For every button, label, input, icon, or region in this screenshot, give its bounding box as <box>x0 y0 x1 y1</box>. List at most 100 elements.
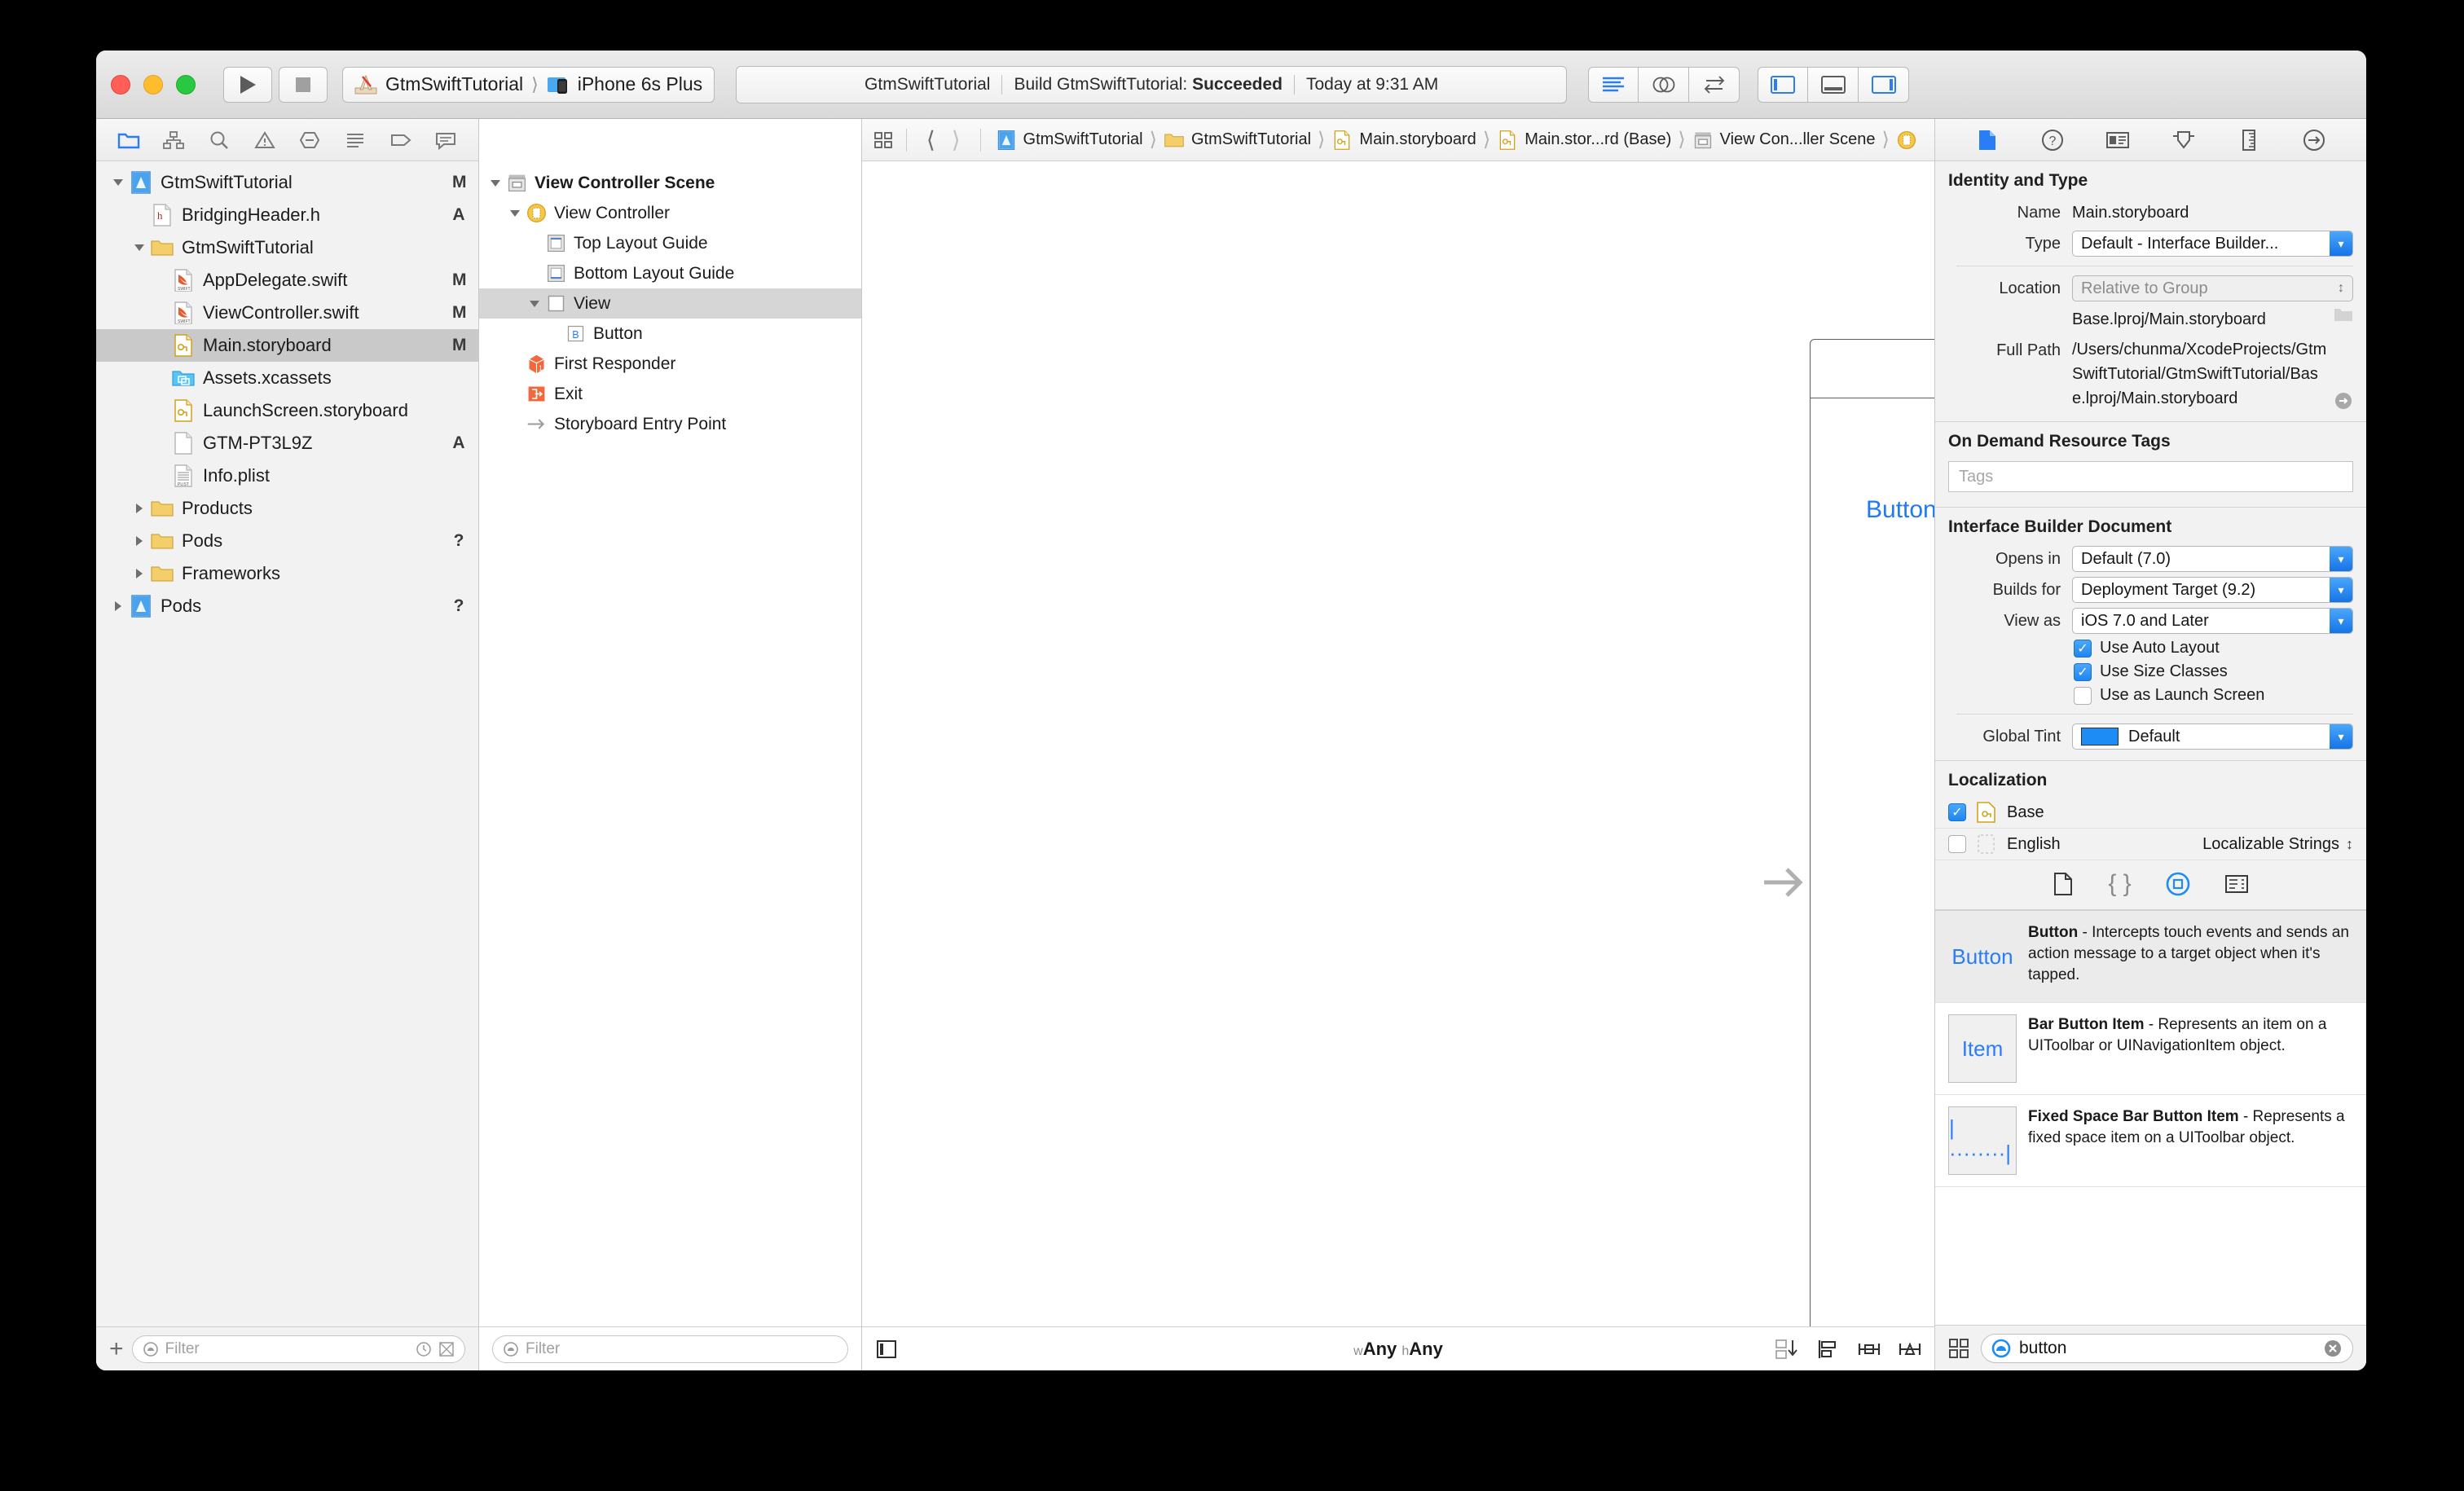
library-item-bar-button-item[interactable]: Item Bar Button Item - Represents an item… <box>1935 1003 2366 1095</box>
outline-item-view-controller[interactable]: View Controller <box>479 198 861 228</box>
object-library-list[interactable]: Button Button - Intercepts touch events a… <box>1935 910 2366 1325</box>
breadcrumb-item-3[interactable]: Main.stor...rd (Base) <box>1494 130 1674 151</box>
breadcrumb-item-2[interactable]: Main.storyboard <box>1328 130 1479 151</box>
localization-row-base[interactable]: ✓ Base <box>1935 797 2366 829</box>
inspector-tab-connections[interactable] <box>2298 126 2330 154</box>
toggle-inspector-button[interactable] <box>1859 66 1910 103</box>
related-items-icon[interactable] <box>873 130 895 150</box>
navigator-tab-report[interactable] <box>429 126 462 154</box>
disclosure-triangle-icon[interactable] <box>129 503 150 514</box>
inspector-tab-quick-help[interactable]: ? <box>2036 126 2069 154</box>
disclosure-triangle-icon[interactable] <box>129 242 150 253</box>
toggle-navigator-button[interactable] <box>1758 66 1809 103</box>
document-outline-tree[interactable]: View Controller Scene View Controller Top … <box>479 161 861 1326</box>
library-search-input[interactable]: button <box>1981 1333 2353 1363</box>
breadcrumb-item-0[interactable]: GtmSwiftTutorial <box>992 130 1146 151</box>
go-forward-button[interactable]: ⟩ <box>944 126 969 153</box>
navigator-tab-project[interactable] <box>112 126 145 154</box>
choose-folder-icon[interactable] <box>2334 306 2353 323</box>
navigator-filter-input[interactable]: Filter <box>131 1335 465 1363</box>
view-as-popup[interactable]: iOS 7.0 and Later ▾ <box>2072 608 2353 634</box>
go-back-button[interactable]: ⟨ <box>918 126 944 153</box>
global-tint-popup[interactable]: Default ▾ <box>2072 724 2353 750</box>
navigator-item-main-storyboard[interactable]: Main.storyboard M <box>96 329 478 362</box>
breadcrumb-item-5[interactable]: View Controller <box>1893 130 1923 151</box>
localization-row-english[interactable]: English Localizable Strings ↕ <box>1935 829 2366 860</box>
disclosure-triangle-icon[interactable] <box>129 568 150 579</box>
add-file-button[interactable]: + <box>109 1336 124 1361</box>
location-popup[interactable]: Relative to Group ↕ <box>2072 275 2353 301</box>
disclosure-triangle-icon[interactable] <box>486 178 505 189</box>
navigator-tab-issue[interactable] <box>249 126 281 154</box>
use-as-launch-screen-row[interactable]: Use as Launch Screen <box>1935 684 2366 707</box>
navigator-item-info-plist[interactable]: PLIST Info.plist <box>96 460 478 492</box>
navigator-tab-debug[interactable] <box>339 126 372 154</box>
outline-item-first-responder[interactable]: 1 First Responder <box>479 349 861 379</box>
disclosure-triangle-icon[interactable] <box>108 177 129 188</box>
library-grid-view-icon[interactable] <box>1948 1338 1969 1359</box>
storyboard-canvas[interactable]: 1 Button <box>862 161 1934 1326</box>
disclosure-triangle-icon[interactable] <box>505 208 525 219</box>
resolve-issues-icon[interactable] <box>1899 1338 1921 1361</box>
navigator-item-pods[interactable]: Pods? <box>96 525 478 557</box>
outline-filter-input[interactable]: Filter <box>492 1335 848 1363</box>
navigator-item-products[interactable]: Products <box>96 492 478 525</box>
navigator-item-bridgingheader-h[interactable]: h BridgingHeader.h A <box>96 199 478 231</box>
navigator-item-pods[interactable]: Pods? <box>96 590 478 622</box>
clear-search-icon[interactable] <box>2323 1339 2343 1358</box>
align-icon[interactable] <box>1817 1338 1840 1361</box>
size-class-indicator[interactable]: wAny hAny <box>1353 1339 1443 1360</box>
localization-base-checkbox[interactable]: ✓ <box>1948 803 1966 821</box>
version-editor-button[interactable] <box>1689 66 1740 103</box>
assistant-editor-button[interactable] <box>1639 66 1690 103</box>
outline-item-bottom-layout-guide[interactable]: Bottom Layout Guide <box>479 258 861 288</box>
type-popup[interactable]: Default - Interface Builder... ▾ <box>2072 231 2353 257</box>
use-auto-layout-row[interactable]: ✓ Use Auto Layout <box>1935 636 2366 660</box>
navigator-item-gtmswifttutorial[interactable]: GtmSwiftTutorial M <box>96 166 478 199</box>
run-button[interactable] <box>223 66 272 103</box>
opens-in-popup[interactable]: Default (7.0) ▾ <box>2072 546 2353 572</box>
use-auto-layout-checkbox[interactable]: ✓ <box>2074 639 2092 658</box>
navigator-item-launchscreen-storyboard[interactable]: LaunchScreen.storyboard <box>96 394 478 427</box>
library-item-button[interactable]: Button Button - Intercepts touch events a… <box>1935 911 2366 1003</box>
disclosure-triangle-icon[interactable] <box>129 535 150 547</box>
pin-icon[interactable] <box>1858 1338 1881 1361</box>
canvas-button[interactable]: Button <box>1866 496 1934 524</box>
disclosure-triangle-icon[interactable] <box>108 600 129 612</box>
outline-item-view[interactable]: View <box>479 288 861 319</box>
use-as-launch-screen-checkbox[interactable] <box>2074 686 2092 705</box>
standard-editor-button[interactable] <box>1588 66 1639 103</box>
toggle-debug-area-button[interactable] <box>1808 66 1859 103</box>
stop-button[interactable] <box>279 66 328 103</box>
navigator-tab-symbol[interactable] <box>157 126 190 154</box>
navigator-tab-test[interactable] <box>293 126 326 154</box>
navigator-item-gtmswifttutorial[interactable]: GtmSwiftTutorial <box>96 231 478 264</box>
use-size-classes-row[interactable]: ✓ Use Size Classes <box>1935 660 2366 684</box>
navigator-item-frameworks[interactable]: Frameworks <box>96 557 478 590</box>
outline-item-button[interactable]: B Button <box>479 319 861 349</box>
inspector-tab-file[interactable] <box>1971 126 2004 154</box>
device-screen[interactable]: Button <box>1811 398 1934 1326</box>
inspector-tab-attributes[interactable] <box>2167 126 2200 154</box>
outline-item-exit[interactable]: Exit <box>479 379 861 409</box>
inspector-tab-size[interactable] <box>2233 126 2265 154</box>
activity-status-bar[interactable]: GtmSwiftTutorial Build GtmSwiftTutorial:… <box>736 65 1568 103</box>
navigator-tab-breakpoint[interactable] <box>385 126 417 154</box>
interface-builder-file-type-icon[interactable] <box>2166 872 2190 896</box>
toggle-document-outline-button[interactable] <box>875 1338 898 1361</box>
odr-tags-input[interactable]: Tags <box>1948 461 2353 492</box>
inspector-tab-identity[interactable] <box>2101 126 2134 154</box>
use-size-classes-checkbox[interactable]: ✓ <box>2074 662 2092 681</box>
update-frames-icon[interactable] <box>1775 1338 1799 1361</box>
recent-files-filter-icon[interactable] <box>416 1341 432 1357</box>
builds-for-popup[interactable]: Deployment Target (9.2) ▾ <box>2072 577 2353 603</box>
breadcrumb-item-1[interactable]: GtmSwiftTutorial <box>1160 130 1314 151</box>
outline-item-storyboard-entry-point[interactable]: Storyboard Entry Point <box>479 409 861 439</box>
navigator-item-appdelegate-swift[interactable]: SWIFT AppDelegate.swift M <box>96 264 478 297</box>
strings-file-type-icon[interactable] <box>2224 873 2249 895</box>
close-window-button[interactable] <box>111 74 130 95</box>
outline-item-view-controller-scene[interactable]: View Controller Scene <box>479 168 861 198</box>
minimize-window-button[interactable] <box>143 74 163 95</box>
disclosure-triangle-icon[interactable] <box>525 298 544 310</box>
navigator-item-viewcontroller-swift[interactable]: SWIFT ViewController.swift M <box>96 297 478 329</box>
